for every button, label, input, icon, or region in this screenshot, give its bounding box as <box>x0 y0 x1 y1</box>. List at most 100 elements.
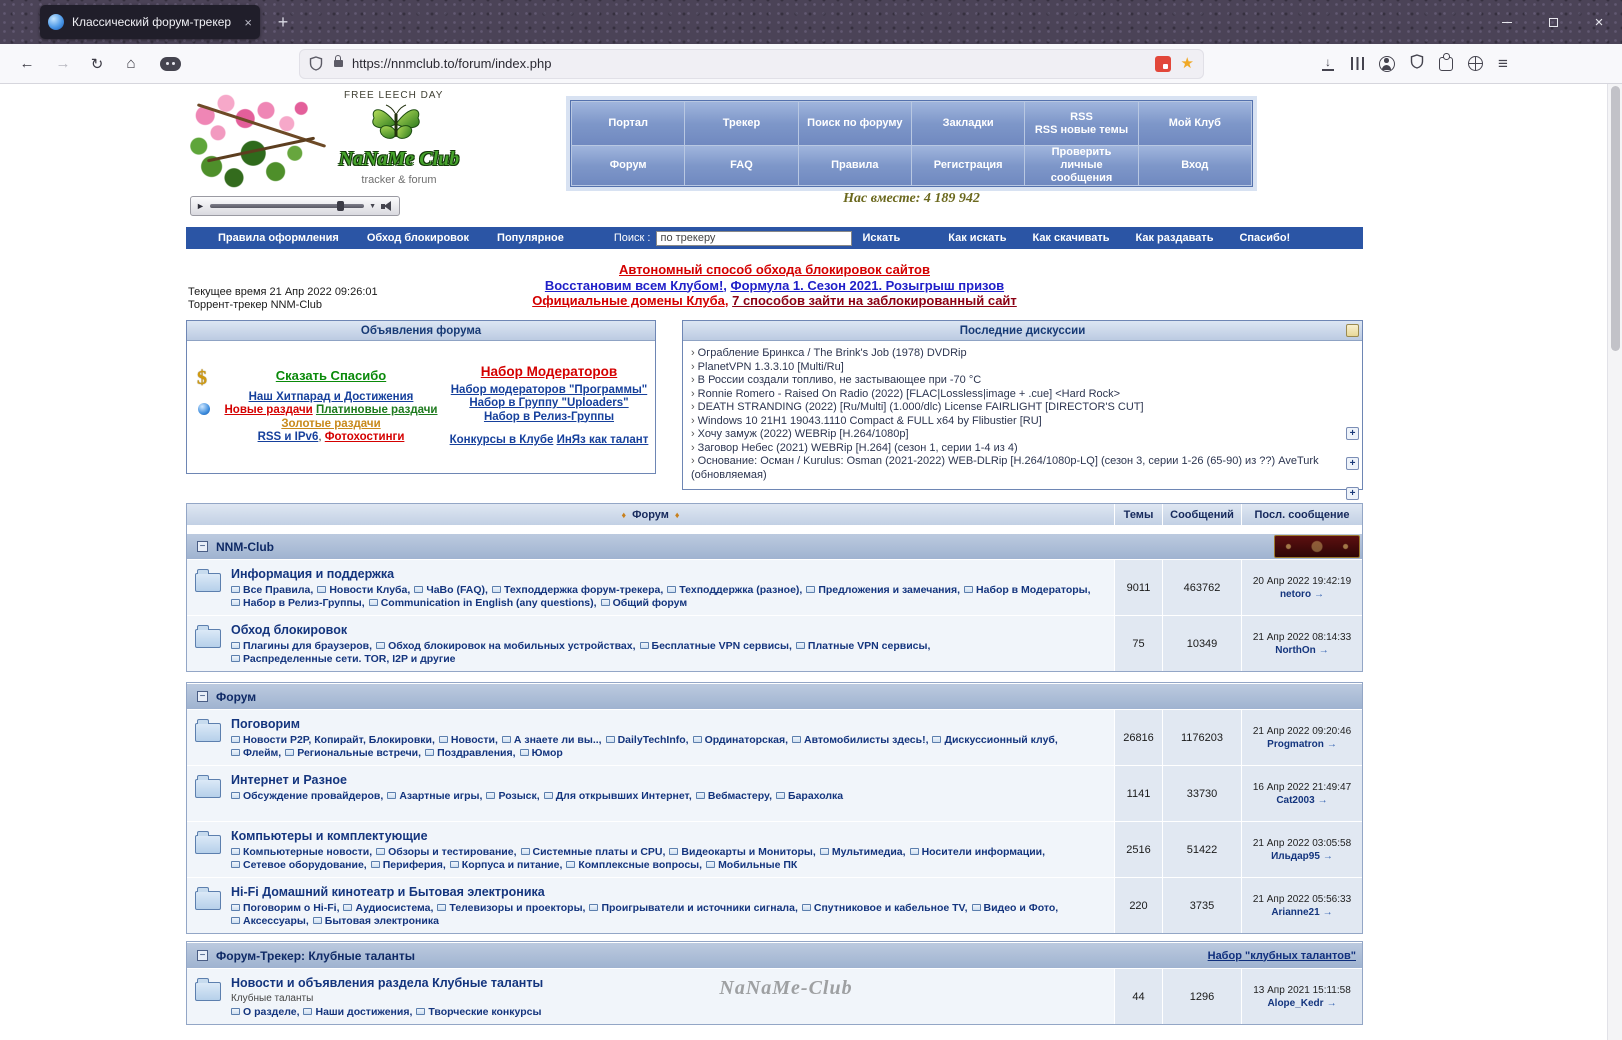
subforum-link[interactable]: Азартные игры <box>387 790 482 802</box>
subforum-link[interactable]: Техподдержка (разное) <box>667 584 802 596</box>
subforum-link[interactable]: Бытовая электроника <box>312 915 439 927</box>
last-post-user[interactable]: Alope_Kedr <box>1267 998 1323 1009</box>
section-title[interactable]: NNM-Club <box>216 540 274 554</box>
scrollbar-thumb[interactable] <box>1611 86 1620 351</box>
subforum-link[interactable]: Барахолка <box>776 790 843 802</box>
discussion-topic-link[interactable]: PlanetVPN 1.3.3.10 [Multi/Ru] <box>698 361 844 373</box>
scrollbar[interactable] <box>1607 84 1622 1040</box>
forum-title-link[interactable]: Информация и поддержка <box>231 567 394 581</box>
extension-badge-icon[interactable] <box>1154 55 1171 72</box>
back-button[interactable]: ← <box>16 55 38 72</box>
menu-cell-tracker[interactable]: Трекер <box>685 102 798 145</box>
last-post-user[interactable]: netoro <box>1280 589 1311 600</box>
new-releases-link[interactable]: Новые раздачи <box>224 404 312 418</box>
subforum-link[interactable]: А знаете ли вы.. <box>501 734 602 746</box>
moderators-recruit-link[interactable]: Набор Модераторов <box>481 365 617 379</box>
tracker-search-input[interactable] <box>656 230 853 246</box>
photo-hosting-link[interactable]: Фотохостинги <box>325 431 405 445</box>
subforum-link[interactable]: Дискуссионный клуб <box>932 734 1058 746</box>
new-tab-button[interactable]: + <box>270 9 296 35</box>
forum-title-link[interactable]: Компьютеры и комплектующие <box>231 829 428 843</box>
shield-icon[interactable] <box>1410 53 1424 74</box>
subforum-link[interactable]: Плагины для браузеров <box>231 640 372 652</box>
mods-programs-link[interactable]: Набор модераторов "Программы" <box>451 384 647 398</box>
section-title[interactable]: Форум <box>216 690 256 704</box>
account-icon[interactable] <box>1379 55 1395 72</box>
subforum-link[interactable]: Спутниковое и кабельное TV <box>801 902 968 914</box>
subforum-link[interactable]: Обсуждение провайдеров <box>231 790 383 802</box>
subforum-link[interactable]: Компьютерные новости <box>231 846 372 858</box>
lock-icon[interactable] <box>334 55 343 67</box>
subforum-link[interactable]: Наши достижения <box>303 1006 412 1018</box>
platinum-releases-link[interactable]: Платиновые раздачи <box>316 404 438 418</box>
nav-link[interactable]: Как скачивать <box>1032 232 1109 244</box>
subforum-link[interactable]: Телевизоры и проекторы <box>437 902 585 914</box>
subforum-link[interactable]: Аудиосистема <box>343 902 433 914</box>
forum-title-link[interactable]: Поговорим <box>231 717 300 731</box>
gold-releases-link[interactable]: Золотые раздачи <box>281 418 380 432</box>
subforum-link[interactable]: Обход блокировок на мобильных устройства… <box>376 640 636 652</box>
nav-link[interactable]: Популярное <box>497 232 564 244</box>
goto-last-post-icon[interactable]: → <box>1327 998 1337 1009</box>
collapse-icon[interactable]: − <box>197 691 208 702</box>
nav-link[interactable]: Спасибо! <box>1239 232 1290 244</box>
site-logo-title[interactable]: NaNaMe Club <box>332 148 466 171</box>
goto-last-post-icon[interactable]: → <box>1323 907 1333 918</box>
subforum-link[interactable]: Для открывших Интернет <box>543 790 692 802</box>
forum-title-link[interactable]: Новости и объявления раздела Клубные тал… <box>231 976 543 990</box>
hitparade-link[interactable]: Наш Хитпарад и Достижения <box>249 391 414 405</box>
extension-icon[interactable] <box>160 56 181 71</box>
official-domains-link[interactable]: Официальные домены Клуба, <box>532 293 728 308</box>
subforum-link[interactable]: Поздравления <box>425 747 516 759</box>
goto-last-post-icon[interactable]: → <box>1318 795 1328 806</box>
menu-cell-portal[interactable]: Портал <box>572 102 685 145</box>
last-post-user[interactable]: Arianne21 <box>1271 907 1319 918</box>
url-text[interactable]: https://nnmclub.to/forum/index.php <box>352 56 1155 71</box>
player-dropdown-icon[interactable]: ▼ <box>369 203 376 210</box>
discussion-topic-link[interactable]: Ограбление Бринкса / The Brink's Job (19… <box>698 347 967 359</box>
discussion-topic-link[interactable]: Заговор Небес (2021) WEBRip [H.264] (сез… <box>698 442 1018 454</box>
subforum-link[interactable]: Предложения и замечания <box>806 584 960 596</box>
menu-cell-login[interactable]: Вход <box>1138 146 1251 185</box>
blocked-site-ways-link[interactable]: 7 способов зайти на заблокированный сайт <box>732 293 1017 308</box>
subforum-link[interactable]: Новости <box>438 734 498 746</box>
library-icon[interactable] <box>1351 57 1364 70</box>
subforum-link[interactable]: ЧаВо (FAQ) <box>414 584 488 596</box>
subforum-link[interactable]: Распределенные сети. TOR, I2P и другие <box>231 653 456 665</box>
tracking-shield-icon[interactable] <box>309 56 323 71</box>
player-knob[interactable] <box>337 201 345 211</box>
search-button[interactable]: Искать <box>862 232 900 244</box>
close-button[interactable]: × <box>1576 0 1622 44</box>
menu-cell-forum-search[interactable]: Поиск по форуму <box>798 102 911 145</box>
forward-button[interactable]: → <box>52 55 74 72</box>
menu-cell-my-club[interactable]: Мой Клуб <box>1138 102 1251 145</box>
subforum-link[interactable]: Носители информации <box>909 846 1045 858</box>
tab-close-icon[interactable]: × <box>244 15 252 30</box>
subforum-link[interactable]: Автомобилисты здесь! <box>792 734 928 746</box>
last-post-user[interactable]: NorthOn <box>1275 645 1316 656</box>
subforum-link[interactable]: Поговорим о Hi-Fi <box>231 902 339 914</box>
nav-link[interactable]: Как раздавать <box>1136 232 1214 244</box>
expand-icon[interactable]: + <box>1346 457 1359 470</box>
subforum-link[interactable]: Системные платы и CPU <box>520 846 665 858</box>
menu-cell-bookmarks[interactable]: Закладки <box>912 102 1025 145</box>
subforum-link[interactable]: Новости P2P, Копирайт, Блокировки <box>231 734 435 746</box>
collapse-icon[interactable]: − <box>197 950 208 961</box>
subforum-link[interactable]: Вебмастеру <box>695 790 772 802</box>
discussion-topic-link[interactable]: Основание: Осман / Kurulus: Osman (2021-… <box>691 455 1319 481</box>
discussion-topic-link[interactable]: Ronnie Romero - Raised On Radio (2022) [… <box>698 388 1120 400</box>
menu-cell-faq[interactable]: FAQ <box>685 146 798 185</box>
home-button[interactable]: ⌂ <box>120 55 142 72</box>
refresh-button[interactable]: ↻ <box>86 55 108 73</box>
expand-icon[interactable]: + <box>1346 487 1359 500</box>
subforum-link[interactable]: О разделе <box>231 1006 299 1018</box>
maximize-button[interactable] <box>1530 0 1576 44</box>
bookmark-star-icon[interactable]: ★ <box>1181 56 1194 71</box>
release-groups-link[interactable]: Набор в Релиз-Группы <box>484 411 614 425</box>
menu-icon[interactable]: ≡ <box>1498 54 1508 74</box>
panel-settings-icon[interactable] <box>1346 324 1359 337</box>
discussion-topic-link[interactable]: Хочу замуж (2022) WEBRip [H.264/1080p] <box>698 428 909 440</box>
subforum-link[interactable]: Комплексные вопросы <box>566 859 702 871</box>
subforum-link[interactable]: Общий форум <box>600 597 687 609</box>
goto-last-post-icon[interactable]: → <box>1323 851 1333 862</box>
